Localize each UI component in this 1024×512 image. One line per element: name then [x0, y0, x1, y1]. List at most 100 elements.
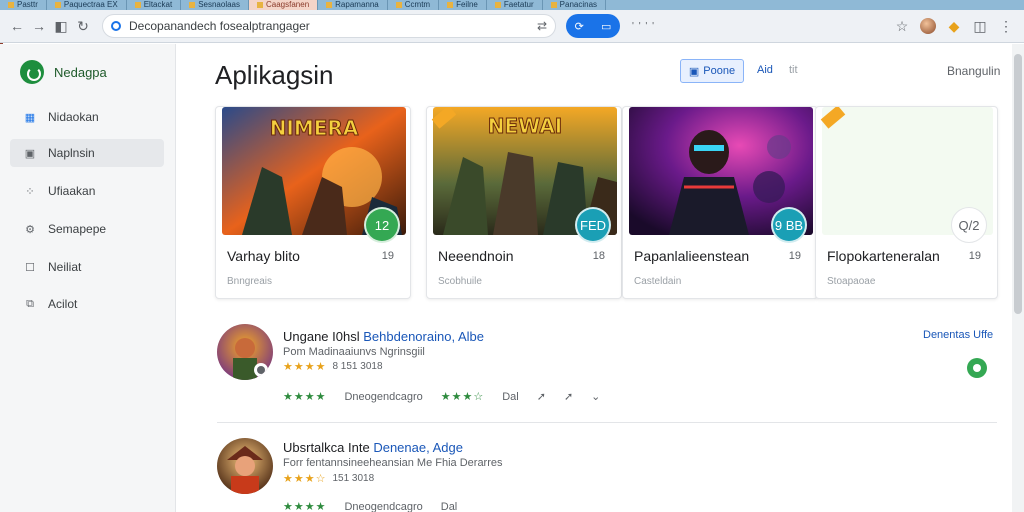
extension-icon[interactable]: ◧: [52, 17, 70, 35]
favicon-icon: [189, 2, 196, 8]
browser-tab-active[interactable]: Caagsfanen: [249, 0, 319, 10]
sidepanel-icon[interactable]: ◫: [970, 16, 990, 36]
tab-strip: Pasttr Paquectraa EX Eltackat Sesnaolaas…: [0, 0, 1024, 10]
back-icon[interactable]: ←: [8, 17, 26, 35]
sidebar-item-4[interactable]: ⚙ Semapepe: [10, 215, 164, 243]
browser-tab[interactable]: Feilne: [439, 0, 487, 10]
card-title: Papanlalieenstean: [634, 248, 750, 264]
install-toggle[interactable]: [967, 358, 987, 378]
star-rating-icon: ★★★☆: [440, 391, 485, 403]
app-card[interactable]: NIMERA 12 Varhay blito 19 Bnngreais: [215, 106, 411, 299]
top-right-link[interactable]: Bnangulin: [947, 64, 1000, 78]
avatar: [920, 18, 936, 34]
card-badge: Q/2: [951, 207, 987, 243]
brand[interactable]: Nedagpa: [20, 60, 107, 84]
row-rating: ★★★☆ 151 3018: [283, 472, 374, 485]
page-title: Aplikagsin: [215, 60, 334, 90]
favicon-icon: [134, 2, 141, 8]
sidebar-item-3[interactable]: ⁘ Ufiaakan: [10, 177, 164, 205]
tab-label: Paquectraa EX: [63, 0, 118, 9]
row-rating: ★★★★ 8 151 3018: [283, 360, 383, 373]
browser-tab[interactable]: Paquectraa EX: [47, 0, 127, 10]
brand-logo-icon: [20, 60, 44, 84]
tab-label: Faetatur: [503, 0, 534, 9]
meta-label-b[interactable]: Dal: [502, 391, 519, 403]
tab-label: Panacinas: [559, 0, 598, 9]
star-rating-icon: ★★★★: [283, 501, 327, 512]
sidebar-item-label: Naplnsin: [48, 146, 95, 160]
forward-icon[interactable]: →: [30, 17, 48, 35]
star-rating-icon: ★★★☆: [283, 473, 327, 485]
app-avatar: [217, 324, 273, 380]
meta-label-a[interactable]: Dneogendcagro: [344, 501, 422, 512]
tab-label: Caagsfanen: [266, 0, 310, 9]
checkbox-icon: ☐: [25, 261, 35, 274]
app-card[interactable]: NEWAI FED Neeendnoin 18 Scobhuile: [426, 106, 622, 299]
card-count: 18: [592, 250, 605, 262]
window-icon: ▭: [601, 20, 612, 33]
row-title-highlight[interactable]: Behbdenoraino, Albe: [363, 329, 484, 344]
browser-tab[interactable]: Faetatur: [487, 0, 543, 10]
gear-icon: ⚙: [25, 223, 35, 236]
tab-label: Eltackat: [143, 0, 173, 9]
row-description: Forr fentannsineeheansian Me Fhia Derarr…: [283, 457, 503, 469]
divider: [217, 422, 997, 423]
browser-tab[interactable]: Sesnaolaas: [181, 0, 249, 10]
filter-button-label: Poone: [703, 65, 736, 77]
forward-arrow-icon[interactable]: ➚: [564, 390, 573, 403]
address-bar[interactable]: Decopanandech fosealptrangager ⇄: [102, 14, 556, 38]
favicon-icon: [257, 2, 263, 8]
browser-tab[interactable]: Eltackat: [127, 0, 182, 10]
share-icon[interactable]: ⇄: [537, 19, 547, 33]
scrollbar[interactable]: [1012, 44, 1024, 512]
card-title: Varhay blito: [227, 248, 300, 264]
sidebar-item-label: Acilot: [48, 297, 78, 311]
scroll-thumb[interactable]: [1014, 54, 1022, 314]
chevron-down-icon[interactable]: ⌄: [591, 390, 600, 403]
grid-icon: ▦: [24, 111, 36, 124]
browser-tab[interactable]: Ccmtm: [388, 0, 440, 10]
app-card[interactable]: 9 BB Papanlalieenstean 19 Casteldain: [622, 106, 818, 299]
filter-extra-link[interactable]: Aid: [757, 64, 773, 76]
reload-icon[interactable]: ↻: [74, 17, 92, 35]
sidebar-item-6[interactable]: ⧉ Acilot: [10, 290, 164, 318]
card-count: 19: [381, 250, 394, 262]
filter-extra-link-2[interactable]: tit: [789, 64, 798, 76]
menu-icon[interactable]: ⋮: [996, 16, 1016, 36]
card-badge: 12: [364, 207, 400, 243]
extension-puzzle-icon[interactable]: ◆: [944, 16, 964, 36]
meta-label-a[interactable]: Dneogendcagro: [344, 391, 422, 403]
card-badge: FED: [575, 207, 611, 243]
toolbar-dots: ' ' ' ': [632, 20, 655, 32]
share-arrow-icon[interactable]: ➚: [537, 390, 546, 403]
card-count: 19: [788, 250, 801, 262]
star-rating-icon: ★★★★: [283, 361, 327, 373]
favicon-icon: [54, 2, 61, 8]
browser-tab[interactable]: Rapamanna: [318, 0, 388, 10]
site-info-icon[interactable]: [111, 21, 121, 31]
row-link[interactable]: Denentas Uffe: [923, 329, 993, 341]
favicon-icon: [447, 2, 454, 8]
tab-label: Sesnaolaas: [198, 0, 240, 9]
bookmark-star-icon[interactable]: ☆: [892, 16, 912, 36]
sidebar-item-1[interactable]: ▦ Nidaokan: [10, 103, 164, 131]
card-subtitle: Stoapaoae: [827, 276, 876, 287]
app-card[interactable]: Q/2 Flopokarteneralan 19 Stoapaoae: [815, 106, 998, 299]
row-title: Ubsrtalkca Inte Denenae, Adge: [283, 440, 463, 455]
sidebar-item-2[interactable]: ▣ Naplnsin: [10, 139, 164, 167]
profile-pill[interactable]: ⟳ ▭: [566, 14, 620, 38]
favicon-icon: [494, 2, 501, 8]
tab-label: Ccmtm: [404, 0, 431, 9]
account-avatar[interactable]: [918, 16, 938, 36]
filter-button[interactable]: ▣ Poone: [680, 59, 744, 83]
square-icon: ▣: [24, 147, 36, 160]
tab-label: Rapamanna: [335, 0, 379, 9]
browser-tab[interactable]: Pasttr: [0, 0, 47, 10]
sidebar-item-5[interactable]: ☐ Neiliat: [10, 253, 164, 281]
main-content: Aplikagsin ▣ Poone Aid tit Bnangulin NIM…: [177, 44, 1024, 512]
card-count: 19: [968, 250, 981, 262]
browser-tab[interactable]: Panacinas: [543, 0, 607, 10]
sidebar-item-label: Semapepe: [48, 222, 107, 236]
row-title-highlight[interactable]: Denenae, Adge: [373, 440, 463, 455]
meta-label-b[interactable]: Dal: [441, 501, 458, 512]
